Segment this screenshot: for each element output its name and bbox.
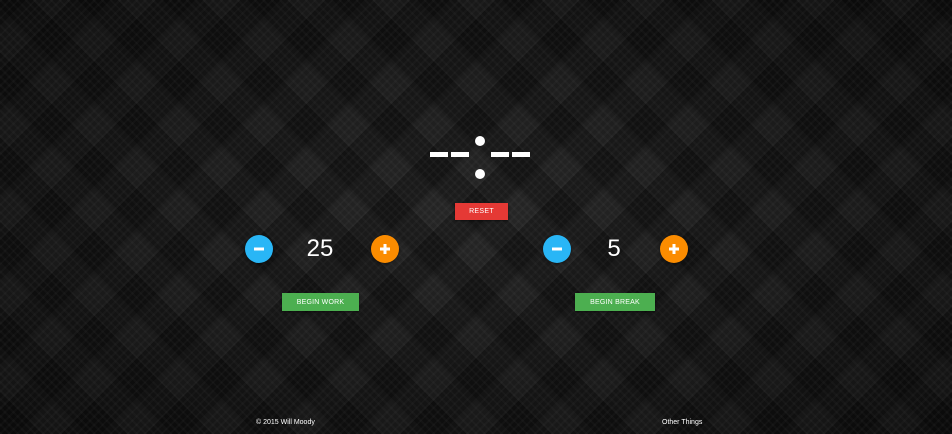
timer-digit-4 <box>512 152 530 157</box>
reset-button[interactable]: RESET <box>455 203 508 220</box>
begin-break-button[interactable]: BEGIN BREAK <box>575 293 655 311</box>
timer-colon-top <box>475 136 485 146</box>
begin-work-button[interactable]: BEGIN WORK <box>282 293 359 311</box>
other-things-link[interactable]: Other Things <box>662 419 702 426</box>
work-increase-button[interactable] <box>371 235 399 263</box>
break-increase-button[interactable] <box>660 235 688 263</box>
work-duration-value: 25 <box>306 235 334 262</box>
minus-icon <box>552 247 562 251</box>
copyright-text: © 2015 Will Moody <box>256 419 315 426</box>
work-decrease-button[interactable] <box>245 235 273 263</box>
timer-digit-1 <box>430 152 448 157</box>
break-duration-value: 5 <box>607 235 621 262</box>
minus-icon <box>254 247 264 251</box>
timer-display <box>430 134 530 180</box>
timer-digit-3 <box>491 152 509 157</box>
plus-icon <box>669 244 679 254</box>
timer-colon-bottom <box>475 169 485 179</box>
break-decrease-button[interactable] <box>543 235 571 263</box>
timer-digit-2 <box>451 152 469 157</box>
plus-icon <box>380 244 390 254</box>
